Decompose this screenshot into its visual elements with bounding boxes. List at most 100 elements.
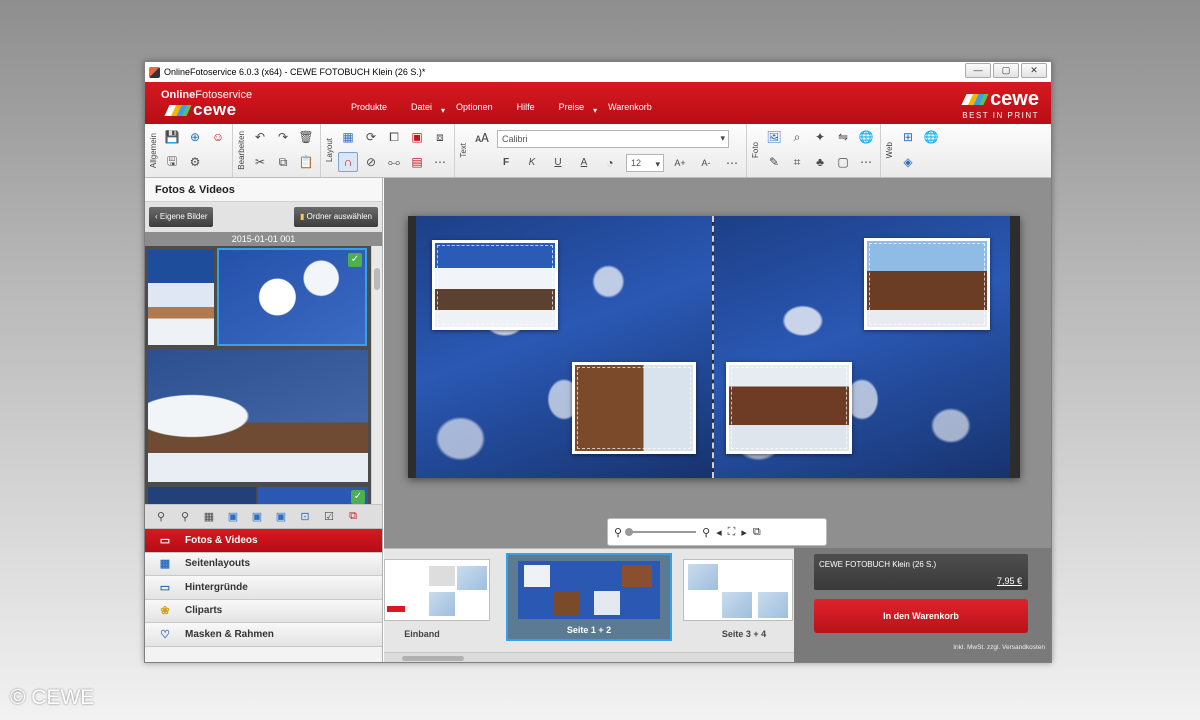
- italic-button[interactable]: K: [522, 153, 542, 173]
- nav-cliparts[interactable]: ❀ Cliparts: [145, 599, 382, 623]
- photo-thumbnail-selected[interactable]: ✓: [217, 248, 367, 346]
- product-price[interactable]: 7,95 €: [997, 576, 1022, 586]
- page-thumbnail-cover[interactable]: [384, 559, 490, 621]
- nav-hintergruende[interactable]: ▭ Hintergründe: [145, 576, 382, 600]
- photo-frame[interactable]: [432, 240, 558, 330]
- paste-icon[interactable]: 📋: [296, 152, 316, 172]
- add-photo-icon[interactable]: ▣: [407, 127, 427, 147]
- page-thumbnail-3-4[interactable]: [683, 559, 793, 621]
- font-size-select[interactable]: 12: [626, 153, 664, 172]
- choose-folder-button[interactable]: ▮ Ordner auswählen: [293, 207, 378, 227]
- group-web: Web ⊞ ◈ 🌐: [881, 124, 945, 177]
- arrange-icon[interactable]: ⧈: [430, 127, 450, 147]
- view-large-icon[interactable]: ▣: [223, 508, 243, 526]
- book-spread[interactable]: [408, 216, 1020, 478]
- align-icon[interactable]: ⊘: [361, 152, 381, 172]
- more-photo-icon[interactable]: ⋯: [856, 152, 876, 172]
- image-icon[interactable]: 🖼: [764, 127, 784, 147]
- photo-frame[interactable]: [572, 362, 696, 454]
- page-thumbnail-1-2[interactable]: [518, 561, 660, 619]
- shrink-font-button[interactable]: A-: [696, 153, 716, 173]
- effects-icon[interactable]: ✦: [810, 127, 830, 147]
- menu-warenkorb[interactable]: Warenkorb: [608, 102, 652, 112]
- menu-produkte[interactable]: Produkte: [351, 102, 387, 112]
- filter-icon[interactable]: ⧉: [343, 508, 363, 526]
- zoom-photo-icon[interactable]: ⌕: [787, 127, 807, 147]
- nav-seitenlayouts[interactable]: ▦ Seitenlayouts: [145, 552, 382, 576]
- save-as-icon[interactable]: 🖫: [162, 152, 182, 172]
- delete-icon[interactable]: 🗑: [296, 127, 316, 147]
- crop-icon[interactable]: ⌗: [787, 152, 807, 172]
- minimize-button[interactable]: —: [965, 63, 991, 78]
- maximize-button[interactable]: ▢: [993, 63, 1019, 78]
- web-gallery-icon[interactable]: ⊞: [898, 127, 918, 147]
- view-fit-icon[interactable]: ⊡: [295, 508, 315, 526]
- editor-canvas[interactable]: [384, 178, 1051, 518]
- thumbnail-scrollbar[interactable]: [371, 246, 382, 504]
- edit-photo-icon[interactable]: ✎: [764, 152, 784, 172]
- nav-masken-rahmen[interactable]: ♡ Masken & Rahmen: [145, 623, 382, 647]
- photo-thumbnail[interactable]: [148, 250, 214, 345]
- nav-fotos-videos[interactable]: ▭ Fotos & Videos: [145, 529, 382, 553]
- next-page-icon[interactable]: ▸: [741, 526, 747, 539]
- page-thumbnail-selected[interactable]: Seite 1 + 2: [506, 553, 672, 641]
- previous-page-icon[interactable]: ◂: [716, 526, 722, 539]
- shipping-note: Inkl. MwSt. zzgl. Versandkosten: [953, 644, 1045, 651]
- font-color-button[interactable]: A: [574, 153, 594, 173]
- menu-optionen[interactable]: Optionen: [456, 102, 493, 112]
- zoom-out-icon[interactable]: ⚲: [151, 508, 171, 526]
- save-icon[interactable]: 💾: [162, 127, 182, 147]
- text-box-icon[interactable]: 🗚: [472, 129, 492, 149]
- menu-datei[interactable]: Datei: [411, 102, 445, 115]
- cut-icon[interactable]: ✂: [250, 152, 270, 172]
- rotate-icon[interactable]: ⟳: [361, 127, 381, 147]
- clipart-icon[interactable]: ♣: [810, 152, 830, 172]
- web-upload-icon[interactable]: ◈: [898, 152, 918, 172]
- settings-icon[interactable]: ⚙: [185, 152, 205, 172]
- bring-front-icon[interactable]: ⧠: [384, 127, 404, 147]
- redo-icon[interactable]: ↷: [273, 127, 293, 147]
- page-strip-scrollbar[interactable]: [384, 652, 794, 662]
- more-layout-icon[interactable]: ⋯: [430, 152, 450, 172]
- send-back-icon[interactable]: ⧟: [384, 152, 404, 172]
- assistant-icon[interactable]: ☺: [208, 127, 228, 147]
- order-panel: CEWE FOTOBUCH Klein (26 S.) 7,95 € In de…: [794, 548, 1051, 662]
- more-text-icon[interactable]: ⋯: [722, 153, 742, 173]
- fill-color-icon[interactable]: ◔: [600, 153, 620, 173]
- menu-preise[interactable]: Preise: [559, 102, 597, 115]
- font-select[interactable]: Calibri: [497, 129, 729, 148]
- remove-photo-icon[interactable]: ▤: [407, 152, 427, 172]
- own-images-button[interactable]: ‹ Eigene Bilder: [149, 207, 214, 227]
- photo-frame[interactable]: [864, 238, 990, 330]
- group-text: Text 🗚 Calibri F K U A ◔ 12 A+ A- ⋯: [455, 124, 747, 177]
- bold-button[interactable]: F: [496, 153, 516, 173]
- magnet-icon[interactable]: ∩: [338, 152, 358, 172]
- grid-view-icon[interactable]: ▦: [199, 508, 219, 526]
- mirror-icon[interactable]: ⇋: [833, 127, 853, 147]
- photo-thumbnail[interactable]: ✓: [258, 487, 368, 504]
- zoom-out-icon[interactable]: ⚲: [614, 526, 622, 539]
- zoom-in-icon[interactable]: ⚲: [702, 526, 710, 539]
- frame-icon[interactable]: ▢: [833, 152, 853, 172]
- copy-icon[interactable]: ⧉: [273, 152, 293, 172]
- view-medium-icon[interactable]: ▣: [247, 508, 267, 526]
- close-button[interactable]: ✕: [1021, 63, 1047, 78]
- grow-font-button[interactable]: A+: [670, 153, 690, 173]
- preview-icon[interactable]: ⧉: [753, 526, 761, 539]
- fit-screen-icon[interactable]: ⛶: [728, 526, 736, 539]
- web-globe-icon[interactable]: 🌐: [921, 127, 941, 147]
- photo-thumbnail[interactable]: [148, 487, 256, 504]
- undo-icon[interactable]: ↶: [250, 127, 270, 147]
- photo-thumbnail[interactable]: [148, 350, 368, 482]
- zoom-slider[interactable]: [625, 528, 697, 536]
- add-to-cart-button[interactable]: In den Warenkorb: [814, 599, 1028, 633]
- underline-button[interactable]: U: [548, 153, 568, 173]
- view-small-icon[interactable]: ▣: [271, 508, 291, 526]
- photo-frame[interactable]: [726, 362, 852, 454]
- select-all-icon[interactable]: ☑: [319, 508, 339, 526]
- globe-icon[interactable]: 🌐: [856, 127, 876, 147]
- grid-icon[interactable]: ▦: [338, 127, 358, 147]
- menu-hilfe[interactable]: Hilfe: [517, 102, 535, 112]
- new-project-icon[interactable]: ⊕: [185, 127, 205, 147]
- zoom-in-icon[interactable]: ⚲: [175, 508, 195, 526]
